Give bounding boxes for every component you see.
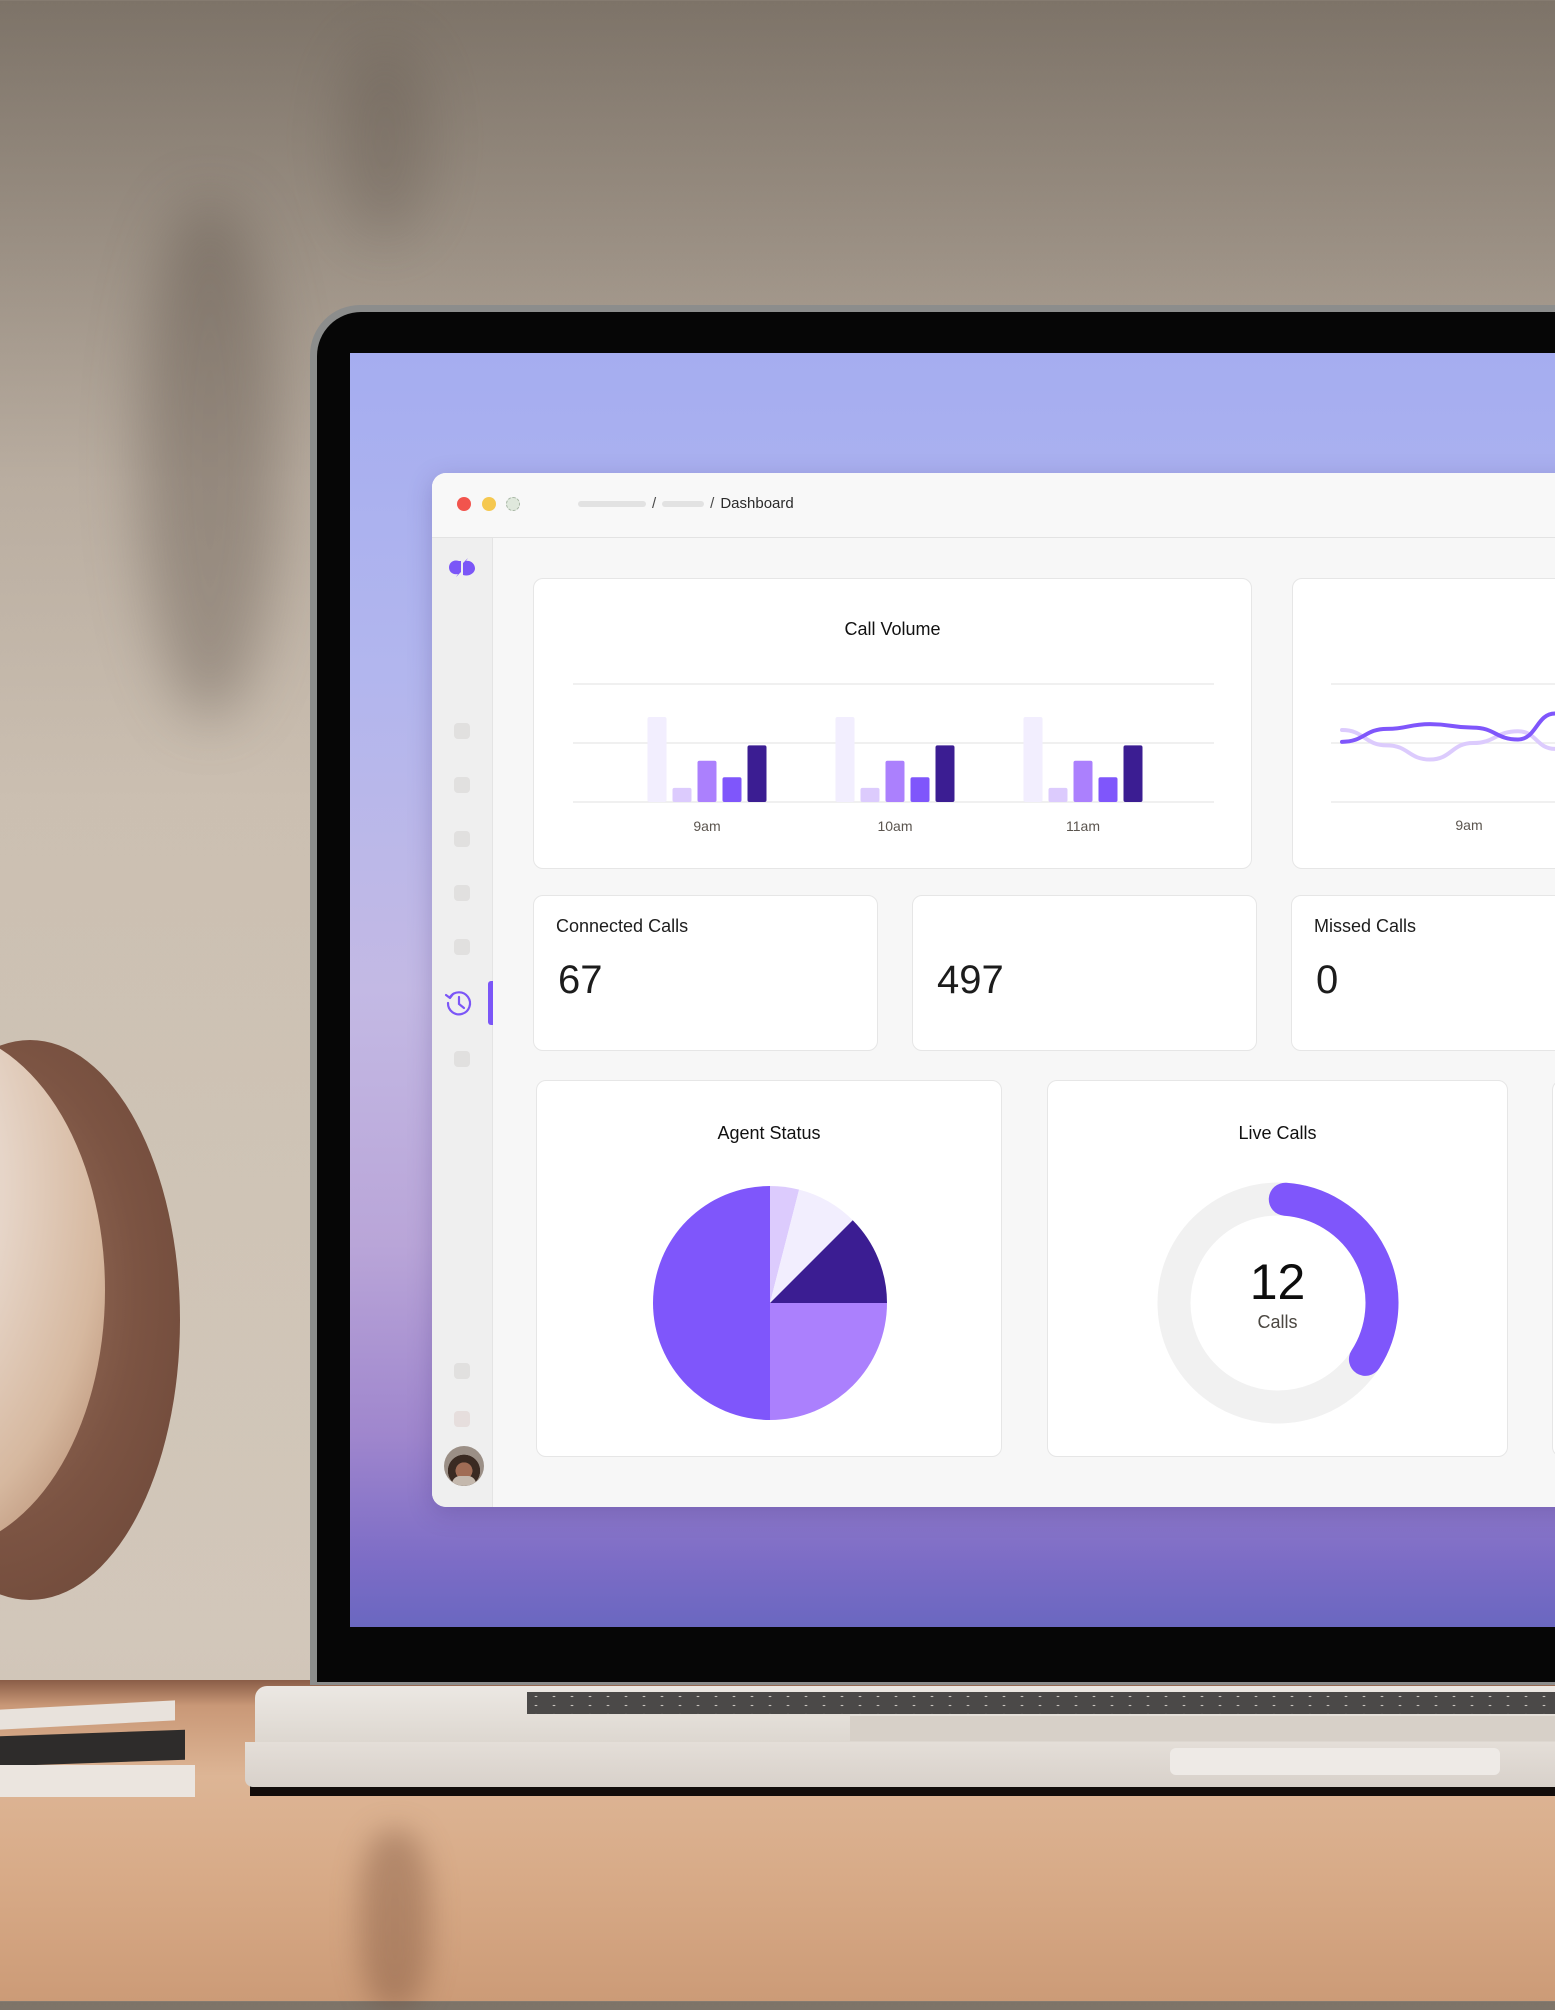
breadcrumb-current: Dashboard — [720, 495, 794, 512]
close-window-button[interactable] — [457, 497, 471, 511]
active-indicator — [488, 981, 493, 1025]
breadcrumb-separator: / — [652, 495, 657, 512]
bar — [835, 717, 855, 802]
user-avatar[interactable] — [444, 1446, 484, 1486]
bar — [860, 787, 880, 802]
stat-label: Connected Calls — [556, 916, 689, 936]
title-bar: / / Dashboard — [432, 473, 1555, 538]
laptop-keyboard — [527, 1692, 1555, 1714]
bar — [935, 745, 955, 802]
x-tick-label: 11am — [1066, 818, 1100, 834]
stat-card-connected-calls: Connected Calls 67 — [533, 895, 878, 1051]
bar — [647, 717, 667, 802]
bar — [1073, 760, 1093, 802]
stat-label: Missed Calls — [1314, 916, 1417, 936]
maximize-window-button[interactable] — [506, 497, 520, 511]
laptop-base — [245, 1686, 1555, 1796]
laptop-trackpad — [850, 1716, 1555, 1741]
bar — [910, 777, 930, 802]
bar — [697, 760, 717, 802]
agent-status-card: Agent Status — [536, 1080, 1002, 1457]
sidebar-item[interactable] — [454, 885, 470, 901]
series-line-secondary — [1340, 728, 1555, 762]
stat-value: 0 — [1316, 958, 1339, 1002]
trend-line-chart — [1331, 683, 1555, 803]
sidebar-item[interactable] — [454, 1363, 470, 1379]
bar — [722, 777, 742, 802]
sidebar-item[interactable] — [454, 831, 470, 847]
pie-slice — [770, 1303, 887, 1420]
breadcrumb-separator: / — [710, 495, 715, 512]
book-stack — [0, 1700, 195, 1797]
trend-card: 9am — [1292, 578, 1555, 869]
laptop-lid-notch — [1170, 1748, 1500, 1775]
stat-card-missed-calls: Missed Calls 0 — [1291, 895, 1555, 1051]
bar — [747, 745, 767, 802]
sidebar-item[interactable] — [454, 1051, 470, 1067]
sidebar-item[interactable] — [454, 939, 470, 955]
breadcrumb: / / Dashboard — [578, 495, 794, 512]
live-calls-value: 12 — [1249, 1254, 1306, 1310]
app-window: / / Dashboard Call Volume 9am 10am 11am … — [432, 473, 1555, 1507]
series-line-primary — [1340, 711, 1555, 744]
agent-status-pie-chart — [653, 1186, 887, 1420]
call-volume-card: Call Volume 9am 10am 11am — [533, 578, 1252, 869]
call-volume-chart: 9am 10am 11am — [573, 683, 1214, 834]
pie-slice — [653, 1186, 770, 1420]
sidebar-item[interactable] — [454, 777, 470, 793]
sidebar — [432, 538, 493, 1507]
breadcrumb-placeholder[interactable] — [662, 500, 705, 507]
breadcrumb-placeholder[interactable] — [578, 500, 646, 507]
sidebar-item[interactable] — [454, 1411, 470, 1427]
sidebar-item[interactable] — [454, 723, 470, 739]
wall-shadow — [140, 200, 280, 720]
minimize-window-button[interactable] — [482, 497, 496, 511]
bar — [1023, 717, 1043, 802]
x-axis-label: 9am — [1455, 817, 1483, 833]
bar — [1048, 787, 1068, 802]
wall-shadow — [340, 40, 430, 240]
stat-card-total: 497 — [912, 895, 1257, 1051]
bar — [1098, 777, 1118, 802]
sidebar-item-history[interactable] — [444, 988, 474, 1018]
live-calls-unit: Calls — [1257, 1312, 1298, 1332]
x-tick-label: 10am — [877, 818, 912, 834]
app-logo-icon — [449, 558, 475, 577]
bar — [672, 787, 692, 802]
live-calls-card: Live Calls 12 Calls — [1047, 1080, 1508, 1457]
x-tick-label: 9am — [693, 818, 720, 834]
stat-value: 67 — [558, 958, 603, 1002]
bar — [1123, 745, 1143, 802]
bar — [885, 760, 905, 802]
desk-grain — [360, 1830, 430, 2010]
history-icon — [444, 991, 472, 1016]
stat-value: 497 — [937, 958, 1004, 1002]
